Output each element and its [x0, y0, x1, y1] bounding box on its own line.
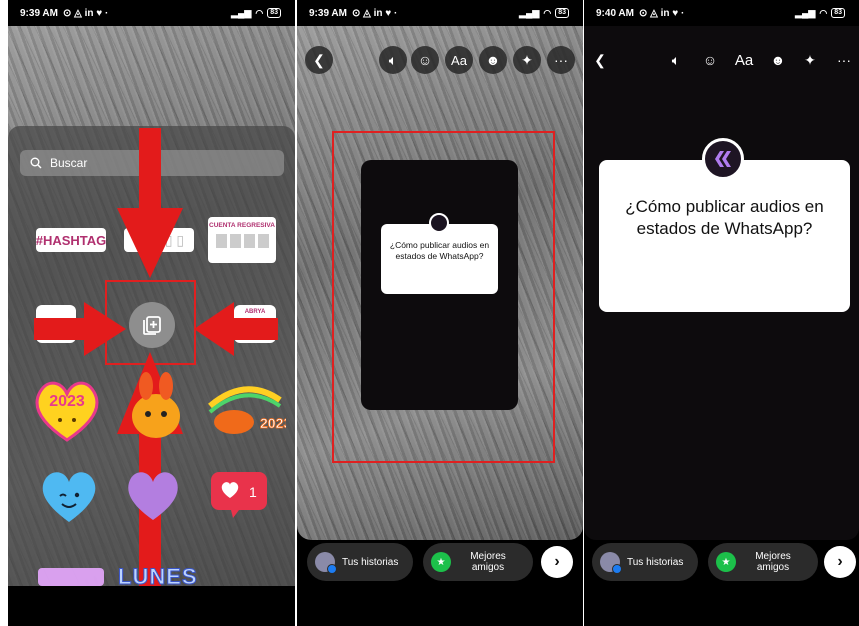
next-button[interactable]: ›: [824, 546, 856, 578]
battery-icon: 83: [831, 8, 845, 18]
sparkles-icon: ✦: [521, 51, 533, 68]
sticker-like-counter[interactable]: 1: [211, 472, 267, 518]
close-friends-button[interactable]: ★ Mejores amigos: [708, 543, 818, 581]
share-bar: Tus historias ★ Mejores amigos ›: [584, 543, 859, 585]
sparkles-icon: ✦: [804, 51, 816, 68]
person-frame-icon: ☺: [417, 52, 433, 68]
sticker-year-text: 2023: [49, 393, 85, 410]
sticker-2023-rabbit[interactable]: 2023: [204, 378, 286, 438]
your-story-label: Tus historias: [627, 556, 684, 568]
more-button[interactable]: ···: [830, 46, 858, 74]
status-notification-icons: ⊙ ◬ in ♥ ·: [351, 7, 398, 19]
sticker-button[interactable]: ☻: [479, 46, 507, 74]
like-count: 1: [249, 484, 257, 500]
screen-story-editor-placed: 9:39 AM ⊙ ◬ in ♥ · ▂▄▆ ◠ 83 ❮ 🔈︎ ☺ Aa ☻ …: [297, 0, 583, 626]
chevron-left-icon: ❮: [313, 51, 325, 68]
text-tool-label: Aa: [734, 51, 754, 69]
close-friends-label: Mejores amigos: [470, 551, 506, 573]
text-button[interactable]: Aa: [730, 46, 758, 74]
sticker-purple-heart[interactable]: [124, 468, 182, 522]
add-sticker-button[interactable]: [129, 302, 175, 348]
arrow-right-icon: [34, 302, 126, 356]
profile-avatar-icon: [315, 552, 337, 574]
sticker-icon: ☻: [485, 52, 501, 68]
back-button[interactable]: ❮: [586, 46, 614, 74]
status-time: 9:39 AM: [20, 7, 58, 19]
effects-button[interactable]: ✦: [796, 46, 824, 74]
status-bar: 9:39 AM ⊙ ◬ in ♥ · ▂▄▆ ◠ 83: [8, 0, 295, 26]
battery-icon: 83: [267, 8, 281, 18]
wifi-icon: ◠: [819, 7, 828, 18]
text-button[interactable]: Aa: [445, 46, 473, 74]
chevron-right-icon: ›: [837, 553, 843, 570]
sticker-weekday[interactable]: LUNES: [118, 564, 198, 590]
add-media-icon: [143, 316, 161, 335]
sticker-pastel-banner[interactable]: [38, 568, 104, 586]
editor-toolbar: ❮ 🔈︎ ☺ Aa ☻ ✦ ···: [297, 46, 583, 78]
search-placeholder: Buscar: [50, 156, 88, 170]
status-time: 9:40 AM: [596, 7, 634, 19]
mention-button[interactable]: ☺: [696, 46, 724, 74]
your-story-button[interactable]: Tus historias: [307, 543, 413, 581]
signal-icon: ▂▄▆: [795, 7, 816, 18]
more-button[interactable]: ···: [547, 46, 575, 74]
sticker-year-text: 2023: [260, 415, 286, 431]
person-frame-icon: ☺: [702, 52, 718, 68]
avatar: [429, 213, 449, 233]
sticker-bunny[interactable]: [124, 372, 188, 444]
share-bar: Tus historias ★ Mejores amigos ›: [297, 543, 583, 585]
arrow-down-icon: [117, 128, 183, 278]
more-icon: ···: [837, 52, 851, 68]
sound-button[interactable]: 🔈︎: [379, 46, 407, 74]
hashtag-sticker[interactable]: #HASHTAG: [36, 228, 106, 252]
sticker-icon: ☻: [770, 52, 786, 68]
effects-button[interactable]: ✦: [513, 46, 541, 74]
chevron-left-icon: ❮: [594, 51, 606, 68]
profile-avatar-icon: [600, 552, 622, 574]
status-time: 9:39 AM: [309, 7, 347, 19]
mention-button[interactable]: ☺: [411, 46, 439, 74]
back-button[interactable]: ❮: [305, 46, 333, 74]
signal-icon: ▂▄▆: [519, 7, 540, 18]
status-bar: 9:39 AM ⊙ ◬ in ♥ · ▂▄▆ ◠ 83: [297, 0, 583, 26]
sticker-blue-heart[interactable]: [38, 468, 100, 524]
speaker-icon: 🔈︎: [671, 51, 681, 68]
search-icon: [30, 157, 42, 169]
arrow-left-icon: [194, 302, 278, 356]
countdown-label: CUENTA REGRESIVA: [209, 222, 275, 229]
text-tool-label: Aa: [451, 52, 467, 68]
your-story-button[interactable]: Tus historias: [592, 543, 698, 581]
next-button[interactable]: ›: [541, 546, 573, 578]
avatar: [702, 138, 744, 180]
your-story-label: Tus historias: [342, 556, 399, 568]
status-notification-icons: ⊙ ◬ in ♥ ·: [62, 7, 109, 19]
screen-sticker-tray: 9:39 AM ⊙ ◬ in ♥ · ▂▄▆ ◠ 83 Buscar #HASH…: [8, 0, 295, 626]
star-icon: ★: [716, 552, 736, 572]
signal-icon: ▂▄▆: [231, 7, 252, 18]
status-notification-icons: ⊙ ◬ in ♥ ·: [638, 7, 685, 19]
sticker-2023-heart[interactable]: 2023: [30, 372, 104, 446]
sound-button[interactable]: 🔈︎: [662, 46, 690, 74]
wifi-icon: ◠: [543, 7, 552, 18]
close-friends-label: Mejores amigos: [755, 551, 791, 573]
countdown-sticker[interactable]: CUENTA REGRESIVA: [208, 217, 276, 263]
close-friends-button[interactable]: ★ Mejores amigos: [423, 543, 533, 581]
speaker-icon: 🔈︎: [388, 51, 398, 68]
screen-story-editor-fullscreen: 9:40 AM ⊙ ◬ in ♥ · ▂▄▆ ◠ 83 ❮ 🔈︎ ☺ Aa ☻ …: [584, 0, 859, 626]
wifi-icon: ◠: [255, 7, 264, 18]
battery-icon: 83: [555, 8, 569, 18]
status-bar: 9:40 AM ⊙ ◬ in ♥ · ▂▄▆ ◠ 83: [584, 0, 859, 26]
hive-logo-icon: [715, 151, 731, 167]
sticker-button[interactable]: ☻: [764, 46, 792, 74]
question-card[interactable]: ¿Cómo publicar audios en estados de What…: [599, 160, 850, 312]
star-icon: ★: [431, 552, 451, 572]
chevron-right-icon: ›: [554, 553, 560, 570]
more-icon: ···: [554, 52, 568, 68]
editor-toolbar: ❮ 🔈︎ ☺ Aa ☻ ✦ ···: [584, 46, 859, 78]
question-card[interactable]: ¿Cómo publicar audios en estados de What…: [381, 224, 498, 294]
